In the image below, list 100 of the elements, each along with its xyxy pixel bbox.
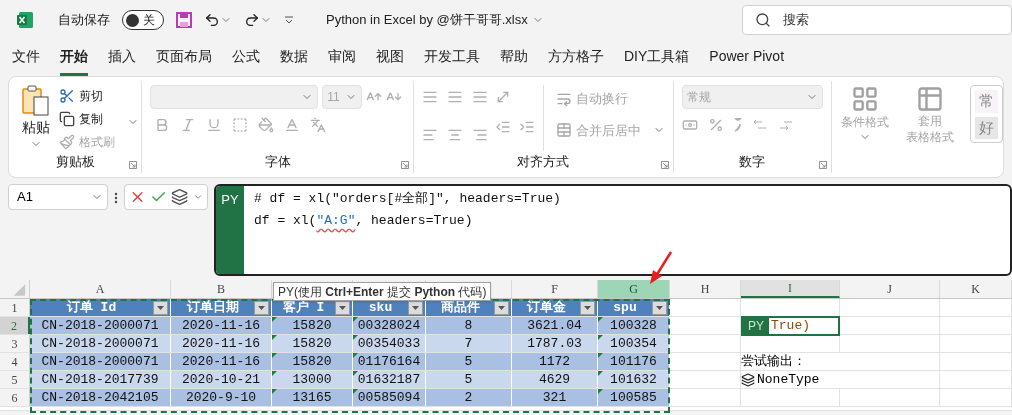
filter-dropdown-icon[interactable]	[652, 300, 667, 315]
align-right-icon[interactable]	[471, 127, 488, 143]
row-header[interactable]: 5	[0, 371, 30, 388]
table-cell: 2	[426, 389, 512, 406]
formula-editor[interactable]: PY # df = xl("orders[#全部]", headers=True) df = xl("A:G", headers=True)	[214, 184, 1012, 276]
table-cell: 2020-11-16	[171, 335, 272, 352]
table-cell: 3621.04	[512, 317, 598, 334]
paste-icon[interactable]	[21, 85, 51, 117]
increase-indent-icon[interactable]	[518, 119, 535, 135]
table-cell: 321	[512, 389, 598, 406]
row-header[interactable]: 2	[0, 317, 30, 334]
code-line: df = xl("A:G", headers=True)	[254, 212, 474, 230]
redo-icon[interactable]	[244, 12, 260, 28]
table-cell: 2020-11-16	[171, 317, 272, 334]
table-cell: 101632	[598, 371, 670, 388]
cell-text: NoneType	[757, 370, 820, 389]
search-icon	[755, 12, 771, 28]
row-header[interactable]: 1	[0, 299, 30, 316]
middle-align-icon[interactable]	[447, 89, 463, 105]
table-cell: 15820	[272, 317, 353, 334]
table-cell: CN-2018-2000071	[30, 335, 171, 352]
filter-dropdown-icon[interactable]	[153, 300, 168, 315]
copy-button[interactable]: 复制	[59, 110, 115, 128]
table-cell: 4629	[512, 371, 598, 388]
menu-tab[interactable]: 视图	[376, 46, 404, 76]
group-label: 字体	[264, 153, 291, 172]
table-cell: 2020-10-21	[171, 371, 272, 388]
autosave-label: 自动保存	[58, 11, 110, 30]
spreadsheet-logo-icon	[16, 11, 34, 29]
menu-tab[interactable]: 开发工具	[424, 46, 480, 76]
search-field[interactable]: 搜索	[742, 5, 1012, 35]
menu-tab[interactable]: 文件	[12, 46, 40, 76]
tooltip: PY(使用 Ctrl+Enter 提交 Python 代码)	[273, 282, 492, 301]
table-cell: 15820	[272, 353, 353, 370]
table-cell: 01632187	[353, 371, 426, 388]
table-cell: 00328024	[353, 317, 426, 334]
more-options-icon[interactable]	[114, 192, 118, 204]
table-cell: 13165	[272, 389, 353, 406]
menu-tab[interactable]: 页面布局	[156, 46, 212, 76]
dialog-launcher-icon[interactable]	[660, 161, 669, 169]
column-header[interactable]: G	[598, 280, 670, 298]
bottom-align-icon[interactable]	[471, 89, 488, 105]
customize-toolbar-icon[interactable]	[284, 15, 294, 25]
menu-tab[interactable]: 帮助	[500, 46, 528, 76]
dialog-launcher-icon[interactable]	[129, 161, 138, 169]
table-cell: CN-2018-2042105	[30, 389, 171, 406]
cut-button[interactable]: 剪切	[59, 87, 115, 105]
table-cell: 1787.03	[512, 335, 598, 352]
python-cell-editor[interactable]: PY True)	[741, 316, 840, 336]
column-header[interactable]: A	[30, 280, 171, 298]
code-line: # df = xl("orders[#全部]", headers=True)	[254, 190, 561, 208]
group-label: 剪贴板	[55, 153, 95, 172]
align-left-icon[interactable]	[422, 127, 439, 143]
filter-dropdown-icon[interactable]	[408, 300, 423, 315]
column-header[interactable]: J	[840, 280, 940, 298]
save-icon[interactable]	[176, 12, 192, 28]
filter-dropdown-icon[interactable]	[494, 300, 509, 315]
column-header[interactable]: K	[940, 280, 1012, 298]
table-cell: 2020-9-10	[171, 389, 272, 406]
table-cell: 00354033	[353, 335, 426, 352]
menu-tab[interactable]: 方方格子	[548, 46, 604, 76]
table-header-cell: spu	[598, 299, 670, 316]
row-header[interactable]: 6	[0, 389, 30, 406]
table-cell: 7	[426, 335, 512, 352]
autosave-toggle[interactable]: 关	[122, 10, 164, 30]
cell-text: 尝试输出：	[741, 353, 807, 370]
filter-dropdown-icon[interactable]	[580, 300, 595, 315]
menu-tab[interactable]: 插入	[108, 46, 136, 76]
menu-tab[interactable]: 公式	[232, 46, 260, 76]
table-cell: 13000	[272, 371, 353, 388]
top-align-icon[interactable]	[422, 89, 439, 105]
table-header-cell: 订单日期	[171, 299, 272, 316]
menu-tab[interactable]: DIY工具箱	[624, 46, 690, 76]
file-name[interactable]: Python in Excel by @饼干哥哥.xlsx	[326, 10, 544, 30]
merge-cells-icon	[555, 122, 572, 139]
row-header[interactable]: 4	[0, 353, 30, 370]
menu-tab[interactable]: 数据	[280, 46, 308, 76]
paintbrush-icon	[59, 134, 75, 150]
align-center-icon[interactable]	[447, 127, 463, 143]
row-header[interactable]: 3	[0, 335, 30, 352]
table-cell: 100354	[598, 335, 670, 352]
scissors-icon	[59, 88, 75, 104]
decrease-indent-icon[interactable]	[494, 119, 511, 135]
output-type-icon[interactable]	[171, 187, 189, 207]
filter-dropdown-icon[interactable]	[254, 300, 269, 315]
filter-dropdown-icon[interactable]	[335, 300, 350, 315]
paste-button[interactable]: 粘贴	[22, 117, 50, 138]
menu-tab[interactable]: Power Pivot	[709, 46, 785, 76]
name-box[interactable]: A1	[8, 184, 108, 210]
table-header-cell: 订单 Id	[30, 299, 171, 316]
group-label: 数字	[739, 153, 766, 172]
undo-icon[interactable]	[204, 12, 220, 28]
column-header[interactable]: B	[171, 280, 272, 298]
table-cell: 100328	[598, 317, 670, 334]
table-cell: 100585	[598, 389, 670, 406]
copy-icon	[59, 111, 75, 127]
table-cell: 5	[426, 353, 512, 370]
column-header[interactable]: I	[741, 280, 840, 298]
table-cell: 00585094	[353, 389, 426, 406]
menu-tab[interactable]: 审阅	[328, 46, 356, 76]
